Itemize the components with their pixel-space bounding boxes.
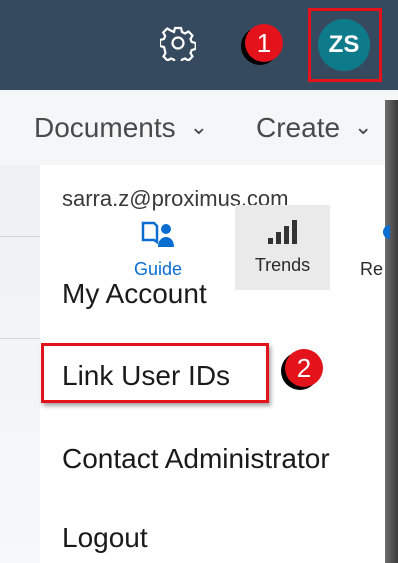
reports-label: Re bbox=[360, 259, 384, 279]
chevron-down-icon: ⌄ bbox=[354, 114, 373, 139]
logout-item[interactable]: Logout bbox=[62, 522, 148, 554]
documents-label: Documents bbox=[34, 112, 176, 143]
my-account-item[interactable]: My Account bbox=[62, 278, 207, 310]
link-user-ids-item[interactable]: Link User IDs bbox=[62, 360, 230, 392]
contact-administrator-item[interactable]: Contact Administrator bbox=[62, 443, 330, 475]
trends-label: Trends bbox=[254, 255, 311, 275]
user-avatar-button[interactable]: ZS bbox=[318, 19, 370, 71]
divider bbox=[0, 236, 40, 237]
create-label: Create bbox=[256, 112, 341, 143]
step-2-marker: 2 bbox=[285, 349, 323, 387]
guide-label: Guide bbox=[133, 259, 183, 279]
guide-book-icon bbox=[141, 221, 174, 247]
panel-shadow bbox=[385, 100, 398, 563]
bar-chart-icon bbox=[267, 220, 297, 244]
reports-action[interactable]: Re bbox=[360, 220, 390, 280]
step-1-marker: 1 bbox=[245, 24, 283, 62]
guide-action[interactable]: Guide bbox=[118, 220, 198, 280]
documents-menu[interactable]: Documents ⌄ bbox=[34, 112, 208, 144]
create-menu[interactable]: Create ⌄ bbox=[256, 112, 372, 144]
gear-icon[interactable] bbox=[158, 25, 197, 65]
trends-action[interactable]: Trends bbox=[235, 205, 330, 290]
reports-icon bbox=[383, 225, 390, 239]
divider bbox=[0, 338, 40, 339]
chevron-down-icon: ⌄ bbox=[189, 114, 209, 139]
background-page bbox=[0, 165, 40, 563]
